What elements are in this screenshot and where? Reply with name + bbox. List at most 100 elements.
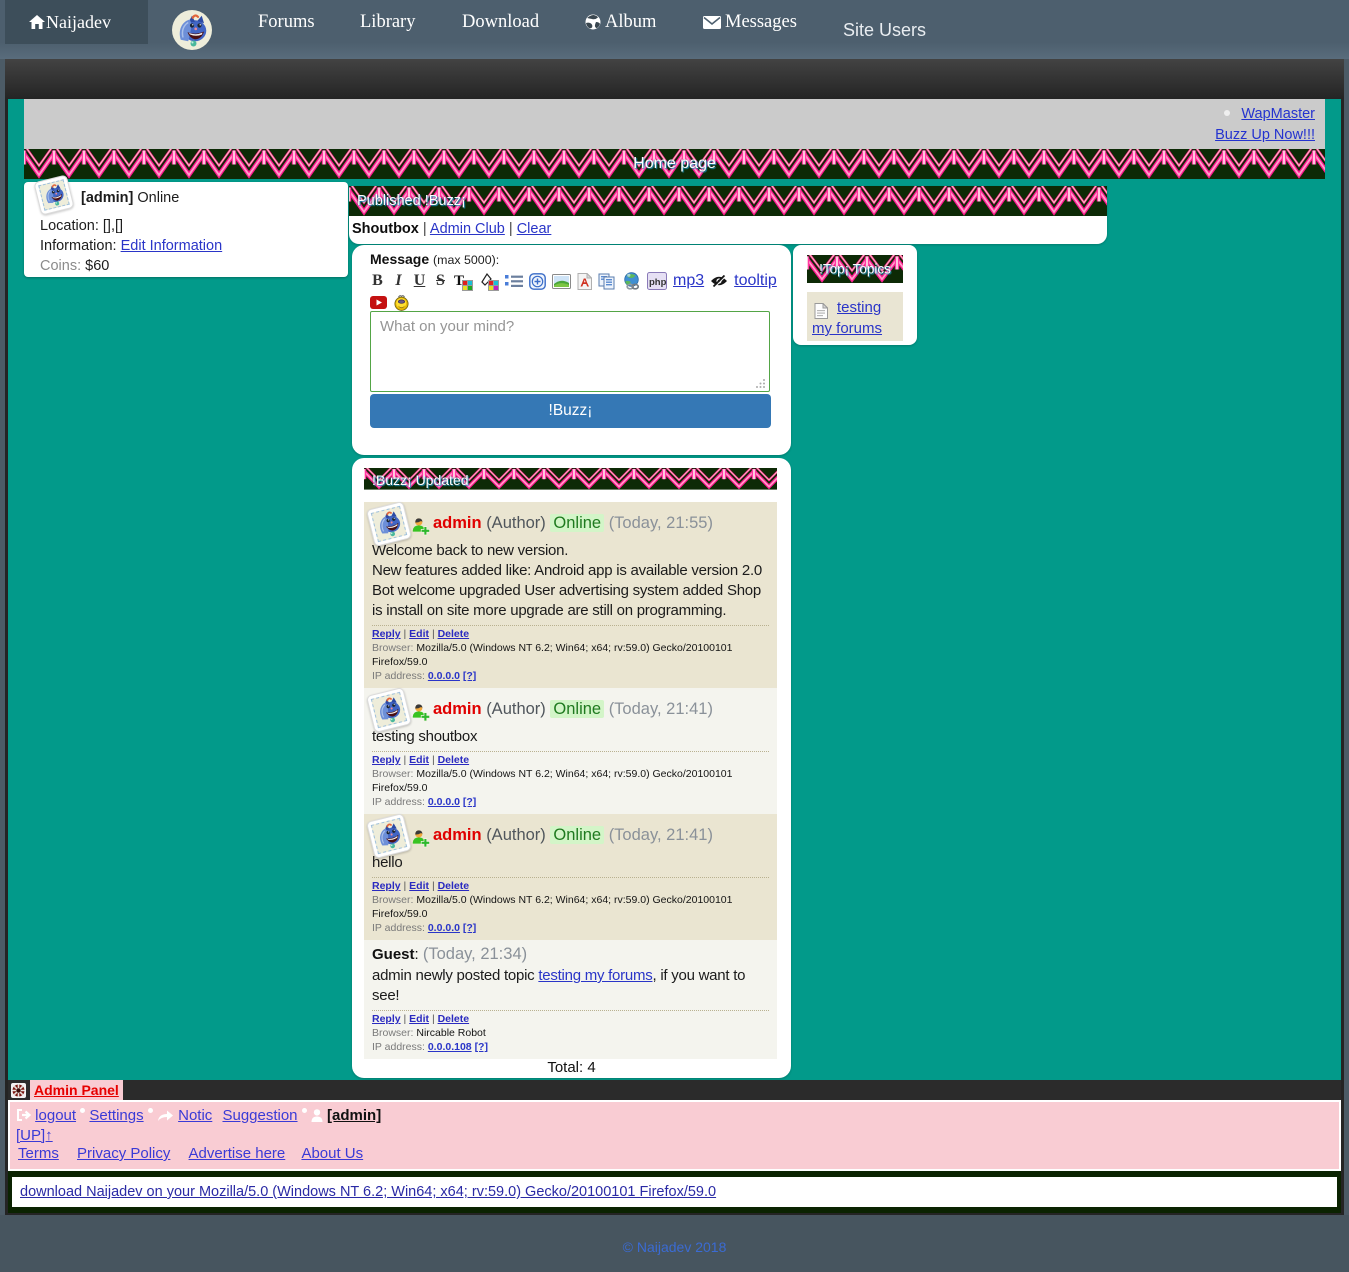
- top-topics-card: !Top¡ Topics testing my forums: [793, 245, 917, 345]
- message-author[interactable]: admin: [433, 826, 482, 844]
- browser-label: Browser:: [372, 642, 413, 654]
- suggestion-link[interactable]: Suggestion: [222, 1107, 297, 1124]
- ip-label: IP address:: [372, 796, 425, 808]
- message-row: admin (Author) Online (Today, 21:41) hel…: [364, 814, 777, 940]
- admin-panel-link[interactable]: Admin Panel: [34, 1082, 119, 1098]
- copy-button[interactable]: [598, 273, 616, 290]
- nav-avatar[interactable]: [172, 10, 212, 50]
- download-link[interactable]: download Naijadev on your Mozilla/5.0 (W…: [20, 1184, 716, 1200]
- message-header-text: admin (Author) Online (Today, 21:55): [433, 514, 713, 533]
- download-bar: download Naijadev on your Mozilla/5.0 (W…: [8, 1171, 1341, 1213]
- message-avatar[interactable]: [366, 687, 412, 733]
- hidden-eye-button[interactable]: [710, 275, 728, 287]
- ip-link[interactable]: 0.0.0.0: [428, 670, 460, 682]
- fill-color-button[interactable]: [479, 272, 499, 291]
- add-plus-button[interactable]: [529, 273, 546, 290]
- footer-links-line2: [UP]↑: [16, 1126, 53, 1146]
- youtube-button[interactable]: [370, 296, 387, 309]
- text-color-button[interactable]: T: [454, 272, 473, 291]
- terms-link[interactable]: Terms: [18, 1145, 59, 1162]
- ip-link[interactable]: 0.0.0.108: [428, 1041, 472, 1053]
- privacy-link[interactable]: Privacy Policy: [77, 1145, 170, 1162]
- wapmaster-link[interactable]: WapMaster: [1241, 106, 1315, 122]
- list-button[interactable]: [505, 274, 523, 288]
- edit-information-link[interactable]: Edit Information: [121, 238, 223, 254]
- top-topics-title: !Top¡ Topics: [807, 262, 903, 277]
- nav-tab-home[interactable]: Naijadev: [5, 0, 148, 44]
- message-actions: Reply | Edit | Delete: [372, 878, 769, 893]
- guest-topic-link[interactable]: testing my forums: [538, 967, 652, 984]
- edit-link[interactable]: Edit: [409, 754, 429, 766]
- nav-item-messages[interactable]: Messages: [703, 0, 797, 44]
- tooltip-button[interactable]: tooltip: [734, 272, 777, 290]
- italic-button[interactable]: I: [391, 272, 406, 290]
- envelope-icon: [703, 16, 721, 29]
- reply-link[interactable]: Reply: [372, 880, 401, 892]
- message-avatar[interactable]: [366, 813, 412, 859]
- strike-button[interactable]: S: [433, 272, 448, 290]
- nav-item-album[interactable]: Album: [585, 0, 656, 44]
- footer-admin-link[interactable]: [admin]: [327, 1107, 381, 1124]
- ip-link[interactable]: 0.0.0.0: [428, 796, 460, 808]
- buzz-updated-banner: !Buzz¡ Updated: [364, 468, 777, 491]
- message-time: (Today, 21:41): [609, 700, 713, 718]
- message-textarea[interactable]: [370, 311, 770, 392]
- mp3-button[interactable]: mp3: [673, 272, 704, 290]
- topic-link[interactable]: testing my forums: [807, 297, 902, 339]
- copyright-link[interactable]: © Naijadev 2018: [623, 1239, 727, 1255]
- nav-item-forums[interactable]: Forums: [258, 0, 315, 44]
- nav-item-library[interactable]: Library: [360, 0, 415, 44]
- nav-item-album-label: Album: [605, 12, 656, 33]
- buzz-updated-card: !Buzz¡ Updated admin (Author) Online (To…: [352, 458, 791, 1078]
- logout-link[interactable]: logout: [35, 1107, 76, 1124]
- tab-admin-club[interactable]: Admin Club: [430, 221, 505, 237]
- php-button[interactable]: php: [647, 272, 667, 290]
- notic-link[interactable]: Notic: [178, 1107, 212, 1124]
- guest-author: Guest: [372, 946, 415, 963]
- message-author[interactable]: admin: [433, 700, 482, 718]
- up-link[interactable]: [UP]↑: [16, 1127, 53, 1144]
- ip-help-link[interactable]: [?]: [463, 670, 476, 682]
- page-title: Home page: [24, 155, 1325, 173]
- add-user-icon[interactable]: [412, 829, 431, 848]
- buzz-submit-button[interactable]: !Buzz¡: [370, 394, 771, 428]
- nav-item-site-users[interactable]: Site Users: [843, 8, 926, 52]
- browser-line: Browser: Nircable Robot: [372, 1026, 769, 1040]
- mascot-avatar-icon: [372, 819, 406, 853]
- tab-clear[interactable]: Clear: [517, 221, 552, 237]
- delete-link[interactable]: Delete: [438, 754, 470, 766]
- delete-link[interactable]: Delete: [438, 628, 470, 640]
- ip-help-link[interactable]: [?]: [463, 922, 476, 934]
- about-link[interactable]: About Us: [301, 1145, 363, 1162]
- settings-link[interactable]: Settings: [89, 1107, 143, 1124]
- delete-link[interactable]: Delete: [438, 880, 470, 892]
- nav-item-download[interactable]: Download: [462, 0, 539, 44]
- reply-link[interactable]: Reply: [372, 628, 401, 640]
- underline-button[interactable]: U: [412, 272, 427, 290]
- published-buzz-title: Published !Buzz¡: [349, 193, 1107, 209]
- message-author[interactable]: admin: [433, 514, 482, 532]
- ip-help-link[interactable]: [?]: [475, 1041, 488, 1053]
- pdf-button[interactable]: [577, 273, 592, 290]
- advertise-link[interactable]: Advertise here: [189, 1145, 286, 1162]
- smiley-button[interactable]: [394, 294, 409, 311]
- add-user-icon[interactable]: [412, 703, 431, 722]
- edit-link[interactable]: Edit: [409, 628, 429, 640]
- edit-link[interactable]: Edit: [409, 1013, 429, 1025]
- admin-panel-chip: Admin Panel: [30, 1080, 123, 1100]
- ip-link[interactable]: 0.0.0.0: [428, 922, 460, 934]
- message-avatar[interactable]: [366, 501, 412, 547]
- reply-link[interactable]: Reply: [372, 754, 401, 766]
- link-globe-button[interactable]: [622, 272, 641, 290]
- image-button[interactable]: [552, 274, 571, 289]
- top-topics-banner: !Top¡ Topics: [807, 255, 903, 283]
- browser-value: Mozilla/5.0 (Windows NT 6.2; Win64; x64;…: [372, 894, 732, 920]
- bold-button[interactable]: B: [370, 272, 385, 290]
- ip-help-link[interactable]: [?]: [463, 796, 476, 808]
- edit-link[interactable]: Edit: [409, 880, 429, 892]
- resize-handle[interactable]: [756, 378, 766, 388]
- add-user-icon[interactable]: [412, 517, 431, 536]
- reply-link[interactable]: Reply: [372, 1013, 401, 1025]
- delete-link[interactable]: Delete: [438, 1013, 470, 1025]
- buzz-up-link[interactable]: Buzz Up Now!!!: [1215, 127, 1315, 143]
